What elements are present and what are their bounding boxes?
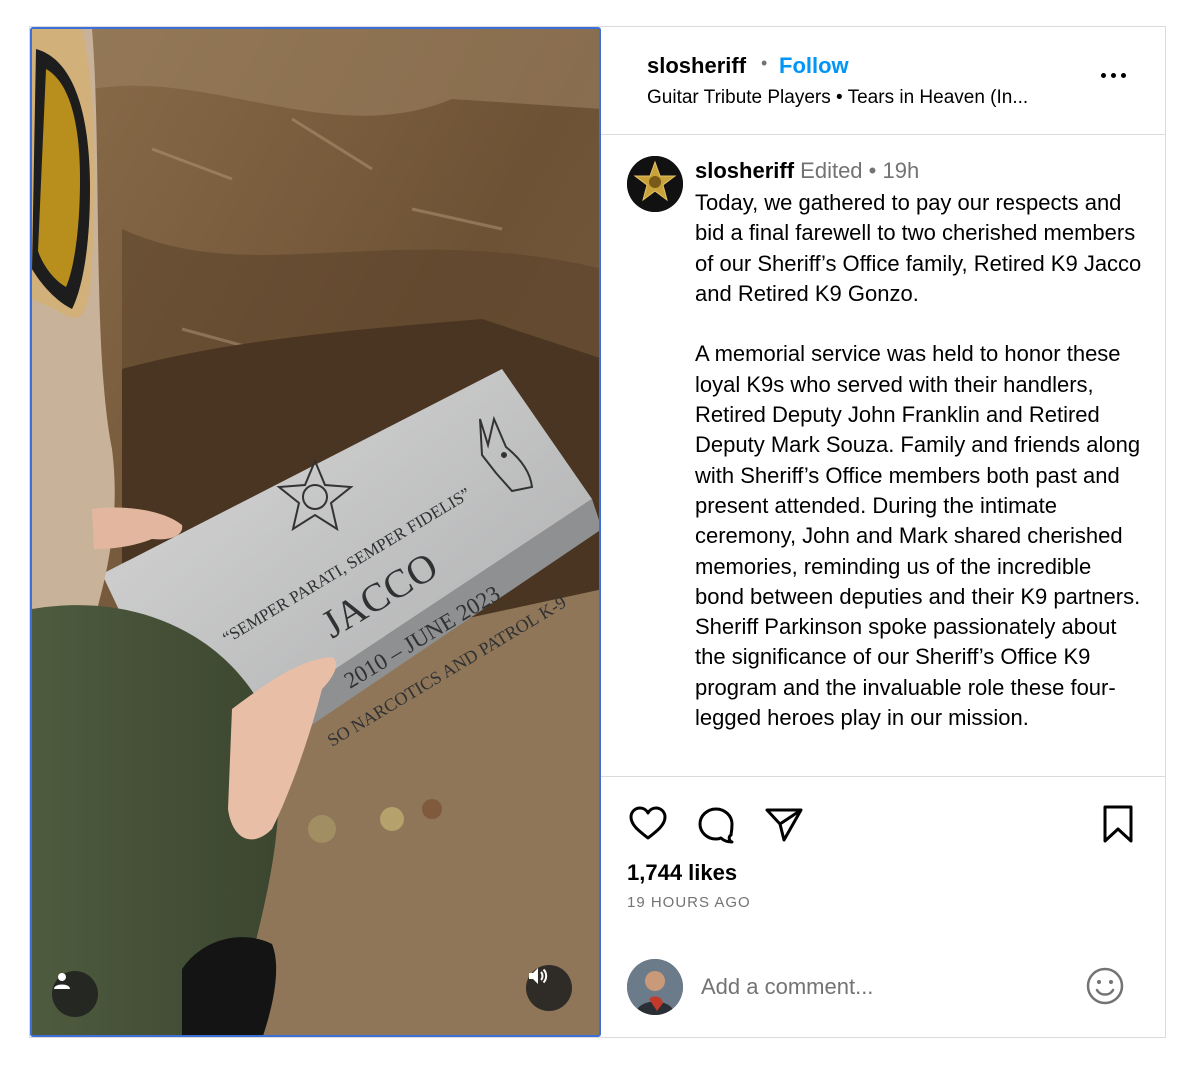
post-side-panel: slosheriff • Follow Guitar Tribute Playe… — [601, 27, 1166, 1037]
post-dialog: “SEMPER PARATI, SEMPER FIDELIS” JACCO 20… — [29, 26, 1166, 1038]
more-icon — [1101, 72, 1106, 78]
more-options-button[interactable] — [1101, 65, 1135, 85]
viewer-avatar-image — [627, 959, 683, 1015]
caption-username[interactable]: slosheriff — [695, 158, 794, 183]
header-username[interactable]: slosheriff — [647, 53, 746, 79]
user-tag-icon — [54, 973, 70, 989]
emoji-icon[interactable] — [1085, 966, 1125, 1006]
follow-button[interactable]: Follow — [779, 53, 849, 79]
tagged-users-button[interactable] — [52, 971, 98, 1017]
avatar[interactable] — [627, 156, 683, 212]
like-icon[interactable] — [627, 803, 669, 845]
video-frame: “SEMPER PARATI, SEMPER FIDELIS” JACCO 20… — [32, 29, 599, 1035]
viewer-avatar — [627, 959, 683, 1015]
caption-separator: • — [862, 158, 883, 183]
caption-header: slosheriff Edited • 19h — [695, 158, 919, 184]
header-separator: • — [761, 53, 768, 73]
sound-icon — [529, 968, 548, 984]
caption-scroll-area[interactable]: slosheriff Edited • 19h Today, we gather… — [601, 136, 1166, 777]
caption-text: Today, we gathered to pay our respects a… — [695, 190, 1142, 731]
sound-toggle-button[interactable] — [526, 965, 572, 1011]
edited-label: Edited — [800, 158, 863, 183]
save-icon[interactable] — [1097, 803, 1139, 845]
sheriff-star-logo — [627, 156, 683, 212]
post-time[interactable]: 19h — [882, 158, 919, 183]
post-video[interactable]: “SEMPER PARATI, SEMPER FIDELIS” JACCO 20… — [30, 27, 601, 1037]
comment-input[interactable] — [701, 971, 1061, 1003]
post-actions: 1,744 likes 19 HOURS AGO — [601, 777, 1166, 1037]
audio-attribution[interactable]: Guitar Tribute Players • Tears in Heaven… — [647, 87, 1028, 109]
comment-icon[interactable] — [695, 803, 737, 845]
post-header: slosheriff • Follow Guitar Tribute Playe… — [601, 27, 1166, 135]
like-count[interactable]: 1,744 likes — [627, 860, 737, 886]
share-icon[interactable] — [763, 803, 805, 845]
post-timestamp[interactable]: 19 HOURS AGO — [627, 894, 751, 911]
